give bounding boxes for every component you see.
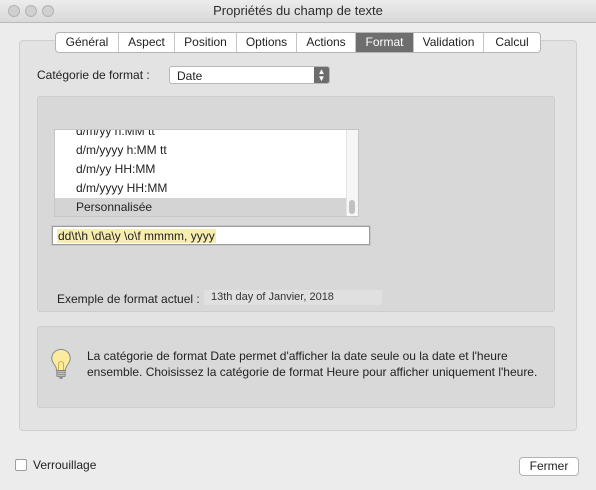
list-item-selected[interactable]: Personnalisée xyxy=(55,198,348,216)
info-text: La catégorie de format Date permet d'aff… xyxy=(87,349,538,379)
list-item[interactable]: d/m/yy HH:MM xyxy=(55,160,348,179)
example-value: 13th day of Janvier, 2018 xyxy=(211,291,334,303)
format-category-label: Catégorie de format : xyxy=(37,68,150,82)
tab-format[interactable]: Format xyxy=(356,33,414,52)
tab-bar: Général Aspect Position Options Actions … xyxy=(55,32,541,53)
lock-checkbox[interactable] xyxy=(15,459,27,471)
tab-position[interactable]: Position xyxy=(175,33,237,52)
custom-format-value: dd\t\h \d\a\y \o\f mmmm, yyyy xyxy=(57,229,216,243)
updown-chevron-icon: ▲ ▼ xyxy=(314,67,329,83)
format-category-value: Date xyxy=(177,69,203,83)
scrollbar-thumb[interactable] xyxy=(349,200,355,214)
list-item[interactable]: d/m/yy h:MM tt xyxy=(55,130,348,141)
example-label: Exemple de format actuel : xyxy=(57,292,200,306)
list-item[interactable]: d/m/yyyy h:MM tt xyxy=(55,141,348,160)
list-scrollbar[interactable] xyxy=(346,130,358,216)
custom-format-input[interactable]: dd\t\h \d\a\y \o\f mmmm, yyyy xyxy=(52,226,370,245)
title-bar: Propriétés du champ de texte xyxy=(0,0,596,23)
format-category-select[interactable]: Date ▲ ▼ xyxy=(169,66,330,84)
tab-options[interactable]: Options xyxy=(237,33,297,52)
tab-general[interactable]: Général xyxy=(56,33,119,52)
tab-calcul[interactable]: Calcul xyxy=(484,33,540,52)
date-format-list[interactable]: d/m/yy h:MM tt d/m/yyyy h:MM tt d/m/yy H… xyxy=(54,129,359,217)
list-item[interactable]: d/m/yyyy HH:MM xyxy=(55,179,348,198)
lightbulb-icon xyxy=(50,348,72,383)
tab-validation[interactable]: Validation xyxy=(414,33,484,52)
window-title: Propriétés du champ de texte xyxy=(213,3,383,18)
tab-aspect[interactable]: Aspect xyxy=(119,33,175,52)
example-value-box: 13th day of Janvier, 2018 xyxy=(204,290,382,305)
lock-label[interactable]: Verrouillage xyxy=(33,458,96,472)
tab-actions[interactable]: Actions xyxy=(297,33,356,52)
close-button[interactable]: Fermer xyxy=(519,457,579,476)
